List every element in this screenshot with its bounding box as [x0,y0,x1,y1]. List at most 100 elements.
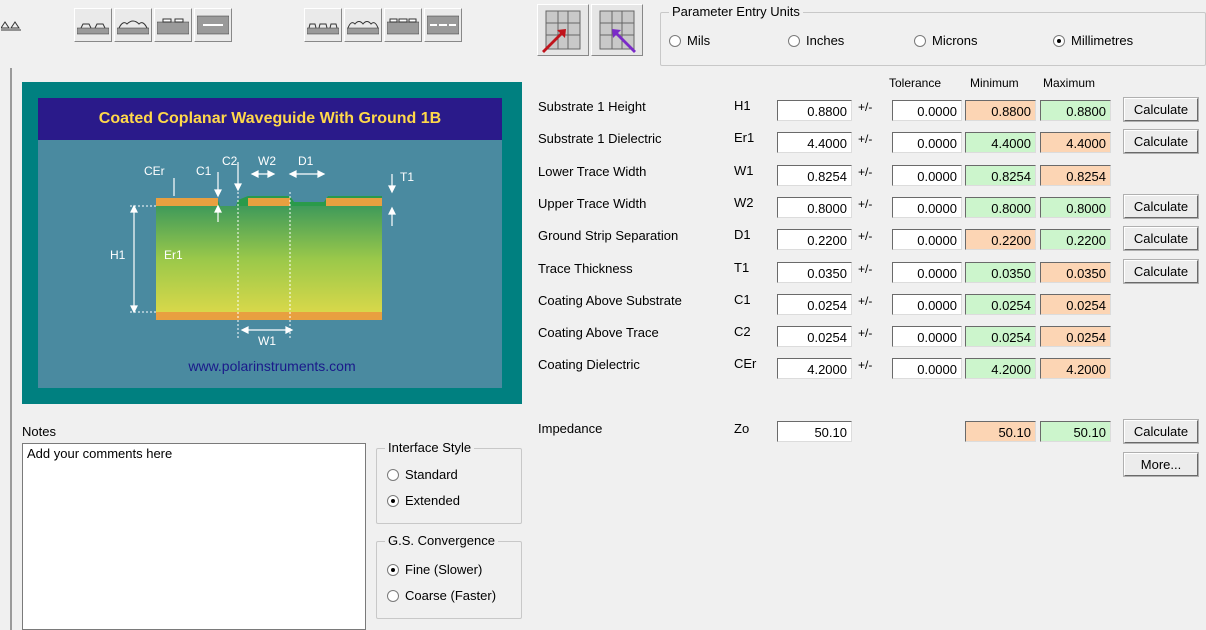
more-button[interactable]: More... [1123,452,1199,477]
radio-selected-icon [387,563,399,576]
previous-structure-icon[interactable] [537,4,589,56]
plus-minus-label: +/- [858,132,873,146]
param-value-field-w2[interactable]: 0.8000 [777,197,852,218]
param-value-field-c1[interactable]: 0.0254 [777,294,852,315]
param-symbol-w1: W1 [734,163,754,178]
param-max-field-h1[interactable]: 0.8800 [1040,100,1111,121]
column-header-tolerance: Tolerance [889,76,942,90]
param-min-field-c2[interactable]: 0.0254 [965,326,1036,347]
units-inches-radio[interactable]: Inches [788,33,844,48]
param-min-field-w1[interactable]: 0.8254 [965,165,1036,186]
param-value-field-cer[interactable]: 4.2000 [777,358,852,379]
convergence-coarse-radio[interactable]: Coarse (Faster) [387,588,496,603]
structure-stripline-button[interactable] [194,8,232,42]
param-value-field-w1[interactable]: 0.8254 [777,165,852,186]
param-max-field-t1[interactable]: 0.0350 [1040,262,1111,283]
units-millimetres-radio[interactable]: Millimetres [1053,33,1133,48]
param-max-field-er1[interactable]: 4.4000 [1040,132,1111,153]
label-cer: CEr [144,164,165,178]
param-max-field-w1[interactable]: 0.8254 [1040,165,1111,186]
impedance-max-field[interactable]: 50.10 [1040,421,1111,442]
param-value-field-c2[interactable]: 0.0254 [777,326,852,347]
param-calculate-button-er1[interactable]: Calculate [1123,129,1199,154]
param-min-field-t1[interactable]: 0.0350 [965,262,1036,283]
radio-icon [788,34,800,47]
param-symbol-w2: W2 [734,195,754,210]
param-value-field-d1[interactable]: 0.2200 [777,229,852,250]
structure-embedded-coplanar-button[interactable] [384,8,422,42]
param-tolerance-field-w2[interactable]: 0.0000 [892,197,962,218]
param-max-field-d1[interactable]: 0.2200 [1040,229,1111,250]
convergence-title: G.S. Convergence [385,533,498,548]
param-min-field-c1[interactable]: 0.0254 [965,294,1036,315]
param-tolerance-field-d1[interactable]: 0.0000 [892,229,962,250]
structure-partial-icon[interactable] [0,8,22,42]
column-header-maximum: Maximum [1043,76,1096,90]
plus-minus-label: +/- [858,294,873,308]
structure-coplanar-stripline-button[interactable] [424,8,462,42]
units-inches-label: Inches [806,33,845,48]
plus-minus-label: +/- [858,262,873,276]
interface-extended-radio[interactable]: Extended [387,493,460,508]
param-min-field-d1[interactable]: 0.2200 [965,229,1036,250]
param-calculate-button-t1[interactable]: Calculate [1123,259,1199,284]
param-calculate-button-d1[interactable]: Calculate [1123,226,1199,251]
param-tolerance-field-cer[interactable]: 0.0000 [892,358,962,379]
param-max-field-w2[interactable]: 0.8000 [1040,197,1111,218]
param-min-field-cer[interactable]: 4.2000 [965,358,1036,379]
impedance-label: Impedance [538,421,603,436]
param-tolerance-field-c2[interactable]: 0.0000 [892,326,962,347]
param-value-field-er1[interactable]: 4.4000 [777,132,852,153]
param-calculate-button-w2[interactable]: Calculate [1123,194,1199,219]
interface-standard-radio[interactable]: Standard [387,467,458,482]
interface-style-title: Interface Style [385,440,475,455]
param-value-field-h1[interactable]: 0.8800 [777,100,852,121]
param-calculate-button-h1[interactable]: Calculate [1123,97,1199,122]
impedance-min-field[interactable]: 50.10 [965,421,1036,442]
param-max-field-c2[interactable]: 0.0254 [1040,326,1111,347]
units-mils-radio[interactable]: Mils [669,33,710,48]
convergence-fine-label: Fine (Slower) [405,562,483,577]
convergence-fine-radio[interactable]: Fine (Slower) [387,562,482,577]
param-tolerance-field-er1[interactable]: 0.0000 [892,132,962,153]
param-tolerance-field-c1[interactable]: 0.0000 [892,294,962,315]
param-max-field-c1[interactable]: 0.0254 [1040,294,1111,315]
param-label-w1: Lower Trace Width [538,164,647,179]
label-h1: H1 [110,248,126,262]
convergence-coarse-label: Coarse (Faster) [405,588,497,603]
param-max-field-cer[interactable]: 4.2000 [1040,358,1111,379]
radio-selected-icon [387,494,399,507]
param-label-d1: Ground Strip Separation [538,228,679,243]
units-mils-label: Mils [687,33,711,48]
structure-surface-microstrip-button[interactable] [74,8,112,42]
radio-icon [387,589,399,602]
label-d1: D1 [298,154,314,168]
structure-coplanar-button[interactable] [304,8,342,42]
param-min-field-w2[interactable]: 0.8000 [965,197,1036,218]
param-value-field-t1[interactable]: 0.0350 [777,262,852,283]
param-min-field-h1[interactable]: 0.8800 [965,100,1036,121]
units-group-title: Parameter Entry Units [669,4,803,19]
plus-minus-label: +/- [858,358,873,372]
param-tolerance-field-h1[interactable]: 0.0000 [892,100,962,121]
param-tolerance-field-t1[interactable]: 0.0000 [892,262,962,283]
param-tolerance-field-w1[interactable]: 0.0000 [892,165,962,186]
plus-minus-label: +/- [858,326,873,340]
impedance-calculate-button[interactable]: Calculate [1123,419,1199,444]
structure-diagram: Coated Coplanar Waveguide With Ground 1B [22,82,522,404]
convergence-group: G.S. Convergence Fine (Slower) Coarse (F… [376,533,522,619]
notes-textarea[interactable]: Add your comments here [22,443,366,630]
param-symbol-d1: D1 [734,227,751,242]
units-millimetres-label: Millimetres [1071,33,1134,48]
notes-label: Notes [22,424,56,439]
structure-coated-microstrip-button[interactable] [114,8,152,42]
param-min-field-er1[interactable]: 4.4000 [965,132,1036,153]
next-structure-icon[interactable] [591,4,643,56]
units-microns-radio[interactable]: Microns [914,33,978,48]
cross-section-drawing [130,162,396,338]
structure-coated-coplanar-button[interactable] [344,8,382,42]
interface-extended-label: Extended [405,493,460,508]
plus-minus-label: +/- [858,229,873,243]
impedance-value-field[interactable]: 50.10 [777,421,852,442]
structure-embedded-button[interactable] [154,8,192,42]
